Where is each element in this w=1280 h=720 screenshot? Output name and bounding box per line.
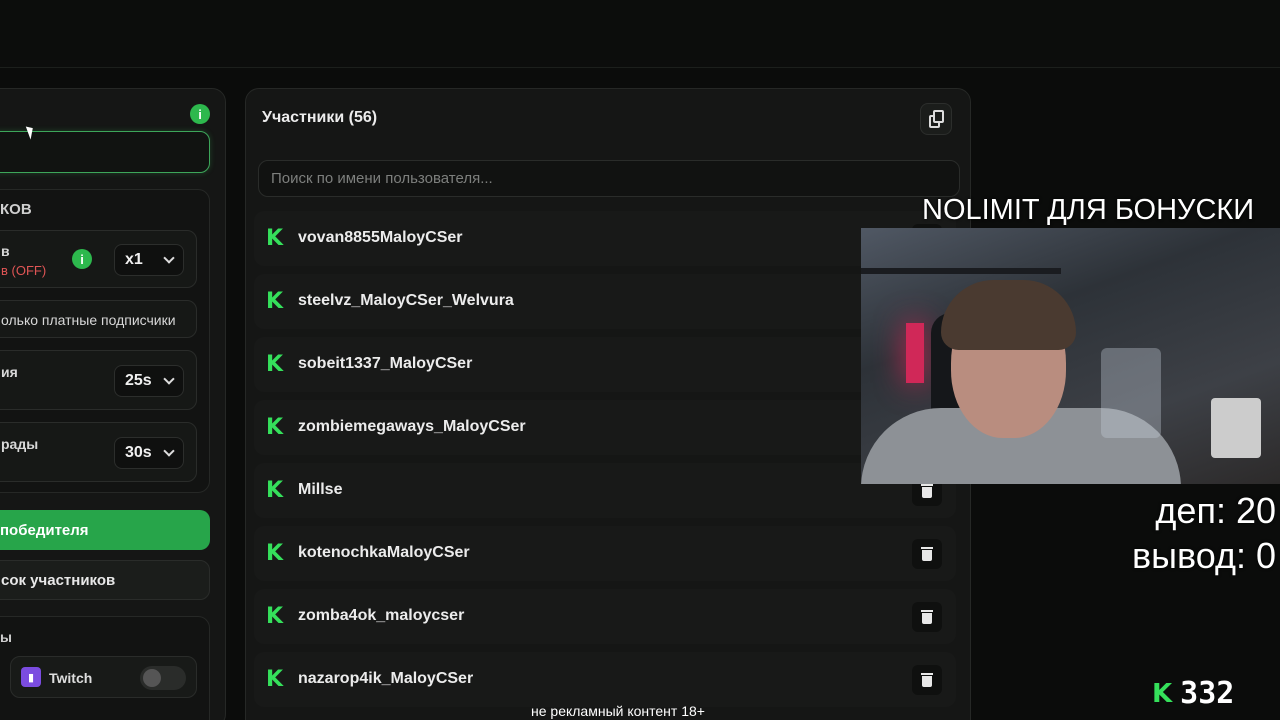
trash-icon-body bbox=[922, 676, 932, 687]
timer-row-1: ия 25s bbox=[0, 350, 197, 410]
chevron-down-icon bbox=[163, 373, 175, 385]
multiplier-status: в (OFF) bbox=[1, 263, 47, 278]
kick-icon: K bbox=[266, 352, 284, 377]
participant-name: Millse bbox=[298, 481, 343, 498]
participant-search-input[interactable] bbox=[258, 160, 960, 197]
deposit-stat: деп: 20 bbox=[1155, 490, 1276, 531]
trash-icon-body bbox=[922, 487, 932, 498]
kick-icon: K bbox=[266, 478, 284, 503]
balance-value: 332 bbox=[1180, 676, 1235, 711]
pick-winner-button[interactable]: победителя bbox=[0, 510, 210, 550]
participant-row: K steelvz_MaloyCSer_Welvura bbox=[254, 274, 956, 329]
chevron-down-icon bbox=[163, 252, 175, 264]
participant-name: nazarop4ik_MaloyCSer bbox=[298, 670, 474, 687]
webcam-bottles bbox=[1101, 348, 1161, 438]
twitch-icon: ▮ bbox=[21, 667, 41, 687]
chevron-down-icon bbox=[163, 445, 175, 457]
platforms-title: ы bbox=[0, 629, 12, 645]
kick-icon: K bbox=[266, 226, 284, 251]
withdraw-stat: вывод: 0 bbox=[1132, 535, 1276, 576]
trash-icon bbox=[921, 673, 933, 675]
kick-icon: K bbox=[266, 415, 284, 440]
kick-icon: K bbox=[266, 667, 284, 692]
participant-name: steelvz_MaloyCSer_Welvura bbox=[298, 292, 514, 309]
twitch-platform-row[interactable]: ▮ Twitch bbox=[10, 656, 197, 698]
participant-row: K zomba4ok_maloycser bbox=[254, 589, 956, 644]
webcam-light bbox=[906, 323, 924, 383]
settings-section-title: КОВ bbox=[0, 201, 32, 218]
participant-row: K vovan8855MaloyCSer bbox=[254, 211, 956, 266]
participants-list-button[interactable]: сок участников bbox=[0, 560, 210, 600]
kick-icon: K bbox=[266, 604, 284, 629]
multiplier-label: в bbox=[1, 243, 10, 259]
copy-icon-front bbox=[933, 110, 944, 123]
copy-button[interactable] bbox=[920, 103, 952, 135]
participant-name: kotenochkaMaloyCSer bbox=[298, 544, 470, 561]
top-bar bbox=[0, 0, 1280, 68]
participant-row: K sobeit1337_MaloyCSer bbox=[254, 337, 956, 392]
kick-icon: K bbox=[266, 541, 284, 566]
participant-name: zombiemegaways_MaloyCSer bbox=[298, 418, 526, 435]
delete-button[interactable] bbox=[912, 665, 942, 695]
timer-row-2: рады 30s bbox=[0, 422, 197, 482]
timer-2-value: 30s bbox=[125, 444, 152, 461]
kick-icon: K bbox=[1152, 678, 1173, 709]
delete-button[interactable] bbox=[912, 539, 942, 569]
trash-icon-body bbox=[922, 550, 932, 561]
disclaimer-text: не рекламный контент 18+ bbox=[531, 703, 705, 719]
trash-icon bbox=[921, 547, 933, 549]
webcam-shelf bbox=[861, 268, 1061, 274]
participant-name: zomba4ok_maloycser bbox=[298, 607, 465, 624]
participant-row: K zombiemegaways_MaloyCSer bbox=[254, 400, 956, 455]
multiplier-select[interactable]: x1 bbox=[114, 244, 184, 276]
timer-1-value: 25s bbox=[125, 372, 152, 389]
webcam-feed bbox=[861, 228, 1280, 484]
info-icon[interactable]: i bbox=[190, 104, 210, 124]
overlay-title: NOLIMIT ДЛЯ БОНУСКИ bbox=[922, 194, 1255, 226]
participant-name: vovan8855MaloyCSer bbox=[298, 229, 463, 246]
balance-widget: K 332 bbox=[1152, 676, 1234, 711]
multiplier-row: в в (OFF) i x1 bbox=[0, 230, 197, 288]
subscribers-only-label: олько платные подписчики bbox=[1, 312, 176, 328]
twitch-toggle[interactable] bbox=[140, 666, 186, 690]
participant-name: sobeit1337_MaloyCSer bbox=[298, 355, 473, 372]
trash-icon bbox=[921, 484, 933, 486]
trash-icon bbox=[921, 610, 933, 612]
twitch-label: Twitch bbox=[49, 670, 93, 686]
timer-2-select[interactable]: 30s bbox=[114, 437, 184, 469]
webcam-person-hair bbox=[941, 280, 1076, 350]
participant-row: K kotenochkaMaloyCSer bbox=[254, 526, 956, 581]
delete-button[interactable] bbox=[912, 602, 942, 632]
webcam-cans bbox=[1211, 398, 1261, 458]
timer-1-label: ия bbox=[1, 364, 18, 380]
participant-row: K nazarop4ik_MaloyCSer bbox=[254, 652, 956, 707]
participant-row: K Millse bbox=[254, 463, 956, 518]
subscribers-only-row[interactable]: олько платные подписчики bbox=[0, 300, 197, 338]
timer-2-label: рады bbox=[1, 436, 39, 452]
info-icon[interactable]: i bbox=[72, 249, 92, 269]
timer-1-select[interactable]: 25s bbox=[114, 365, 184, 397]
multiplier-value: x1 bbox=[125, 251, 143, 268]
participants-title: Участники (56) bbox=[262, 109, 378, 126]
kick-icon: K bbox=[266, 289, 284, 314]
trash-icon-body bbox=[922, 613, 932, 624]
